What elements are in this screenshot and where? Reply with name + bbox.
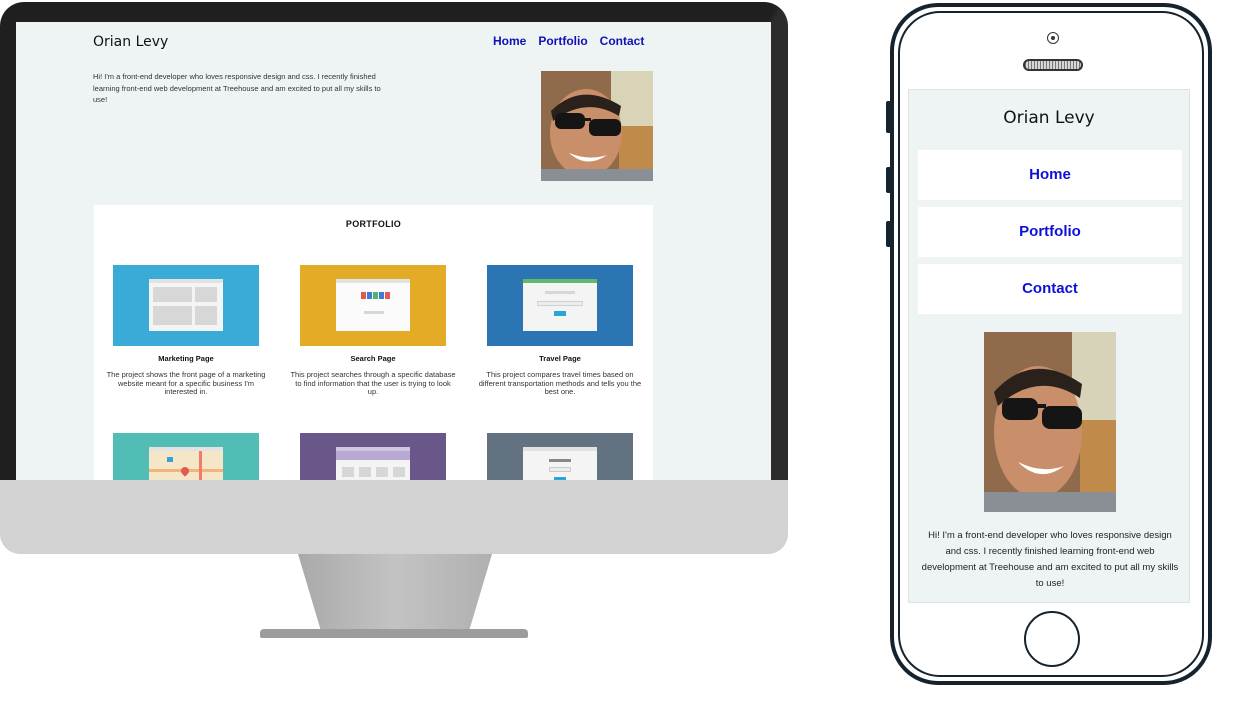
desktop-intro-text: Hi! I'm a front-end developer who loves …: [93, 72, 381, 104]
desktop-monitor: Orian Levy Home Portfolio Contact Hi! I'…: [0, 2, 788, 638]
desktop-nav-contact[interactable]: Contact: [600, 34, 645, 48]
monitor-stand-base: [260, 629, 528, 638]
mute-switch: [886, 101, 891, 133]
project-title: Marketing Page: [158, 354, 214, 363]
project-thumbnail[interactable]: [300, 433, 446, 480]
project-description: The project shows the front page of a ma…: [106, 370, 266, 396]
desktop-profile-photo: [541, 71, 653, 181]
home-button[interactable]: [1024, 611, 1080, 667]
thumbnail-mockup: [523, 447, 597, 480]
project-thumbnail[interactable]: [300, 265, 446, 346]
desktop-nav-home[interactable]: Home: [493, 34, 526, 48]
mobile-nav-home[interactable]: Home: [918, 150, 1182, 200]
portfolio-heading: PORTFOLIO: [345, 219, 402, 229]
project-card-marketing[interactable]: Marketing Page The project shows the fro…: [101, 265, 271, 397]
project-card-travel[interactable]: Travel Page This project compares travel…: [475, 265, 645, 397]
mobile-nav-contact[interactable]: Contact: [918, 264, 1182, 314]
thumbnail-mockup: [523, 279, 597, 331]
monitor-chin: [0, 480, 788, 554]
speaker-grille: [1023, 59, 1083, 71]
mobile-intro-text: Hi! I'm a front-end developer who loves …: [921, 530, 1179, 589]
mobile-screen: Orian Levy Home Portfolio Contact Hi! I'…: [908, 89, 1190, 603]
project-title: Travel Page: [539, 354, 581, 363]
project-card-search[interactable]: Search Page This project searches throug…: [288, 265, 458, 397]
desktop-nav-portfolio[interactable]: Portfolio: [538, 34, 587, 48]
mobile-nav-portfolio[interactable]: Portfolio: [918, 207, 1182, 257]
project-description: This project compares travel times based…: [478, 370, 642, 396]
project-thumbnail[interactable]: [113, 433, 259, 480]
project-title: Search Page: [350, 354, 396, 363]
mobile-phone: Orian Levy Home Portfolio Contact Hi! I'…: [886, 3, 1212, 685]
volume-up-button: [886, 167, 891, 193]
front-camera-icon: [1047, 32, 1059, 44]
mobile-site-name: Orian Levy: [1003, 108, 1095, 128]
desktop-screen: Orian Levy Home Portfolio Contact Hi! I'…: [16, 22, 771, 480]
desktop-portfolio-section: PORTFOLIO Marketing Page The project sho…: [94, 205, 653, 480]
project-description: This project searches through a specific…: [290, 370, 456, 396]
project-card-map[interactable]: [101, 433, 271, 480]
project-thumbnail[interactable]: [487, 265, 633, 346]
thumbnail-mockup: [336, 447, 410, 480]
project-card-gallery[interactable]: [288, 433, 458, 480]
project-thumbnail[interactable]: [487, 433, 633, 480]
project-card-form[interactable]: [475, 433, 645, 480]
project-thumbnail[interactable]: [113, 265, 259, 346]
map-pin-icon: [179, 465, 191, 477]
volume-down-button: [886, 221, 891, 247]
thumbnail-mockup: [149, 279, 223, 331]
desktop-site-name: Orian Levy: [93, 34, 169, 50]
monitor-stand: [298, 554, 492, 632]
thumbnail-mockup: [149, 447, 223, 480]
thumbnail-mockup: [336, 279, 410, 331]
mobile-profile-photo: [984, 332, 1116, 512]
desktop-nav: Home Portfolio Contact: [493, 34, 644, 48]
